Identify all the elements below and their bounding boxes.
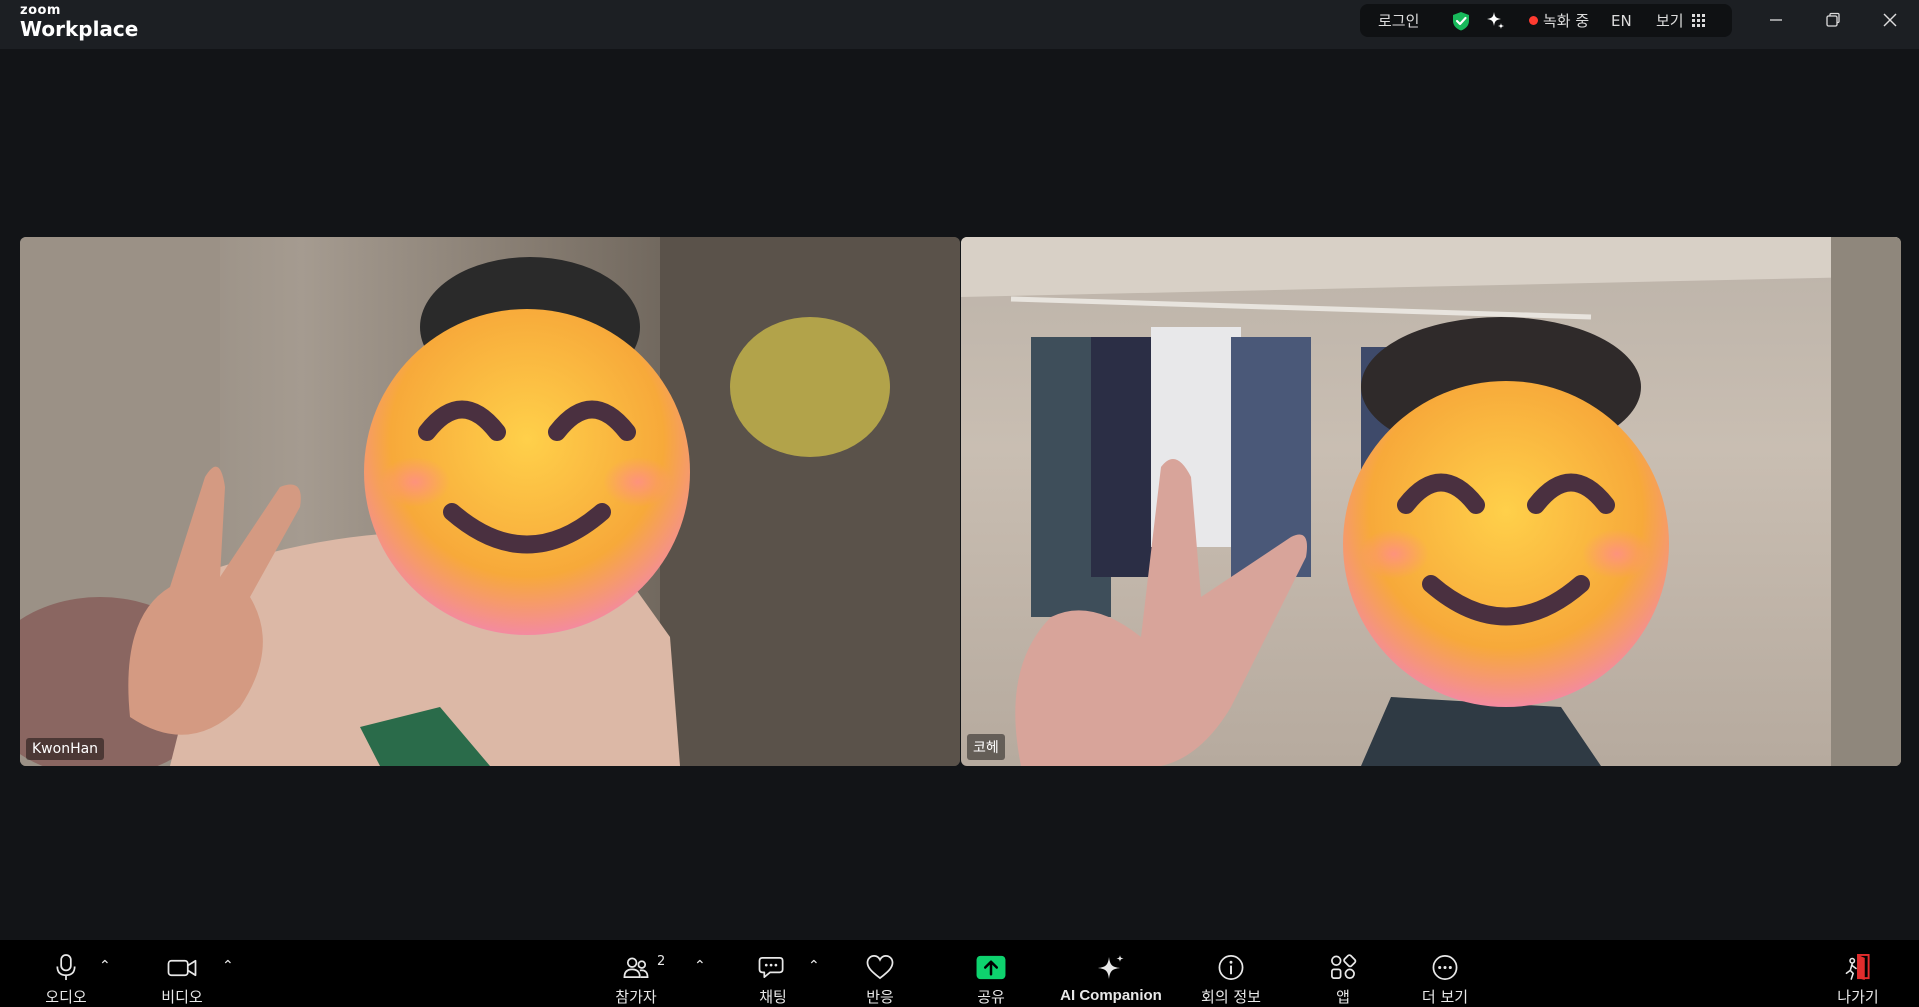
- more-button[interactable]: 더 보기: [1405, 940, 1485, 1007]
- chat-options-caret-icon[interactable]: ⌃: [808, 958, 820, 974]
- share-button[interactable]: 공유: [961, 940, 1021, 1007]
- leave-label: 나가기: [1837, 988, 1879, 1006]
- grid-icon: [1691, 13, 1705, 27]
- audio-options-caret-icon[interactable]: ⌃: [99, 958, 111, 974]
- recording-label: 녹화 중: [1543, 12, 1590, 30]
- logo-workplace-text: Workplace: [20, 17, 139, 41]
- encryption-shield-icon[interactable]: [1450, 4, 1472, 37]
- ai-sparkle-icon[interactable]: [1484, 4, 1506, 37]
- info-icon: [1218, 955, 1244, 980]
- video-camera-icon: [167, 959, 197, 977]
- leave-button[interactable]: 나가기: [1828, 940, 1888, 1007]
- video-tile-kwonhan[interactable]: KwonHan: [20, 237, 960, 766]
- chat-label: 채팅: [759, 988, 787, 1006]
- audio-label: 오디오: [45, 988, 87, 1006]
- close-button[interactable]: [1862, 0, 1918, 40]
- video-button[interactable]: 비디오: [152, 940, 212, 1007]
- participants-button[interactable]: 참가자: [606, 940, 666, 1007]
- restore-button[interactable]: [1805, 0, 1861, 40]
- participants-icon: [623, 957, 649, 979]
- audio-button[interactable]: 오디오: [36, 940, 96, 1007]
- participant-name-tag: 코헤: [967, 734, 1005, 760]
- logo-zoom-text: zoom: [20, 3, 61, 18]
- restore-icon: [1826, 12, 1840, 27]
- microphone-icon: [56, 954, 76, 981]
- view-button[interactable]: 보기: [1656, 4, 1706, 37]
- apps-icon: [1331, 954, 1357, 979]
- view-label: 보기: [1656, 12, 1684, 30]
- meeting-toolbar: 오디오 ⌃ 비디오 ⌃ 참가자 2 ⌃ 채팅 ⌃ 반응 공유 AI Compan…: [0, 940, 1919, 1007]
- minimize-button[interactable]: [1748, 0, 1804, 40]
- apps-label: 앱: [1336, 988, 1350, 1006]
- video-options-caret-icon[interactable]: ⌃: [222, 958, 234, 974]
- reactions-button[interactable]: 반응: [850, 940, 910, 1007]
- apps-button[interactable]: 앱: [1313, 940, 1373, 1007]
- share-screen-icon: [976, 955, 1006, 980]
- recording-indicator[interactable]: 녹화 중: [1529, 4, 1589, 37]
- language-button[interactable]: EN: [1611, 4, 1632, 37]
- close-icon: [1883, 13, 1897, 27]
- ai-companion-label: AI Companion: [1060, 987, 1162, 1004]
- participant-video-image: [20, 237, 960, 766]
- participants-options-caret-icon[interactable]: ⌃: [694, 958, 706, 974]
- reactions-label: 반응: [866, 988, 894, 1006]
- title-bar: zoom Workplace 로그인 녹화 중 EN 보기: [0, 0, 1919, 49]
- meeting-info-label: 회의 정보: [1201, 988, 1261, 1006]
- meeting-info-button[interactable]: 회의 정보: [1191, 940, 1271, 1007]
- login-link[interactable]: 로그인: [1378, 4, 1419, 37]
- zoom-workplace-logo: zoom Workplace: [20, 4, 138, 39]
- chat-icon: [758, 956, 784, 979]
- ai-companion-sparkle-icon: [1098, 955, 1124, 979]
- video-tile-kohe[interactable]: 코헤: [961, 237, 1901, 766]
- participant-name-tag: KwonHan: [26, 738, 105, 760]
- participants-label: 참가자: [615, 988, 657, 1006]
- more-label: 더 보기: [1421, 988, 1469, 1006]
- ai-companion-button[interactable]: AI Companion: [1051, 940, 1171, 1007]
- recording-dot-icon: [1529, 16, 1538, 25]
- minimize-icon: [1770, 19, 1782, 21]
- video-label: 비디오: [161, 988, 203, 1006]
- participant-video-image: [961, 237, 1901, 766]
- more-dots-icon: [1432, 955, 1458, 980]
- participants-count: 2: [657, 954, 666, 969]
- leave-exit-icon: [1845, 954, 1870, 981]
- chat-button[interactable]: 채팅: [743, 940, 803, 1007]
- meeting-status-pill: 로그인 녹화 중 EN 보기: [1360, 4, 1732, 37]
- share-label: 공유: [977, 988, 1005, 1006]
- heart-icon: [866, 955, 894, 980]
